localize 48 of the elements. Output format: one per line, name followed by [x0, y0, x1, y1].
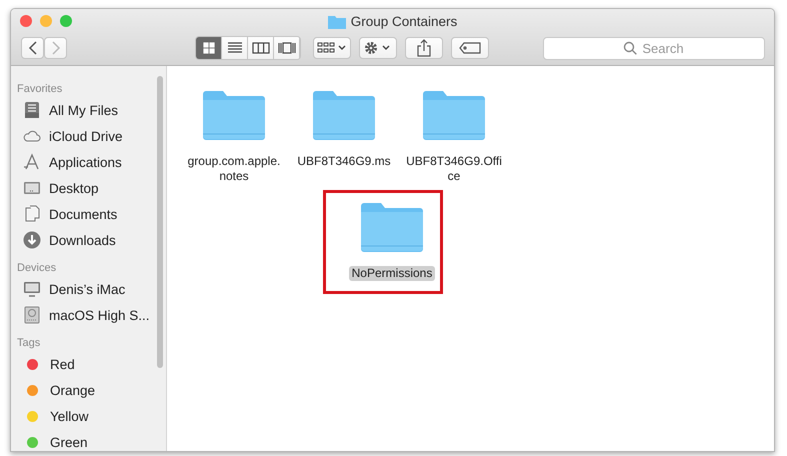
- sidebar-item[interactable]: Yellow: [50, 408, 89, 424]
- scrollbar-thumb[interactable]: [157, 76, 163, 368]
- sidebar-item[interactable]: iCloud Drive: [49, 128, 123, 144]
- share-icon: [417, 39, 431, 57]
- action-button[interactable]: [359, 37, 397, 59]
- documents-icon: [23, 205, 41, 223]
- applications-icon: [23, 153, 41, 171]
- columns-view-icon: [252, 41, 270, 55]
- hard-drive-icon: [23, 306, 41, 324]
- sidebar-item[interactable]: Denis’s iMac: [49, 282, 126, 296]
- desktop-icon: [23, 179, 41, 197]
- icons-view-button[interactable]: [196, 37, 222, 59]
- folder-name[interactable]: NoPermissions: [348, 266, 436, 281]
- file-tray-icon: [23, 101, 41, 119]
- grid-caret-icon: [317, 41, 347, 55]
- section-heading: Devices: [17, 262, 58, 274]
- sidebar-item[interactable]: Green: [50, 434, 88, 450]
- sidebar-item[interactable]: All My Files: [49, 102, 118, 118]
- sidebar-item[interactable]: macOS High S...: [49, 308, 150, 322]
- tag-button[interactable]: [451, 37, 489, 59]
- sidebar-item[interactable]: Orange: [50, 382, 96, 398]
- search-field[interactable]: Search: [543, 36, 765, 60]
- coverflow-view-button[interactable]: [274, 37, 300, 59]
- folder-name[interactable]: UBF8T346G9.Offi ce: [403, 154, 505, 184]
- window-title: Group Containers: [350, 14, 458, 29]
- tag-icon: [459, 42, 481, 54]
- arrange-button[interactable]: [313, 37, 351, 59]
- sidebar-item[interactable]: Downloads: [49, 232, 116, 248]
- share-button[interactable]: [405, 37, 443, 59]
- coverflow-view-icon: [278, 41, 296, 55]
- list-view-button[interactable]: [222, 37, 248, 59]
- folder-name[interactable]: UBF8T346G9.ms: [294, 154, 394, 169]
- chevron-right-icon: [50, 41, 60, 55]
- computer-icon: [23, 280, 41, 298]
- chevron-left-icon: [28, 41, 38, 55]
- download-icon: [23, 231, 41, 249]
- folder-name[interactable]: group.com.apple. notes: [184, 154, 284, 184]
- sidebar-item[interactable]: Desktop: [49, 180, 99, 196]
- list-view-icon: [226, 41, 244, 55]
- section-heading: Tags: [17, 337, 42, 349]
- close-button[interactable]: [20, 15, 32, 27]
- sidebar-item[interactable]: Applications: [49, 154, 122, 170]
- section-heading: Favorites: [17, 83, 64, 95]
- back-button[interactable]: [21, 37, 44, 59]
- folder-icon: [328, 14, 346, 28]
- sidebar-item[interactable]: Documents: [49, 206, 118, 222]
- columns-view-button[interactable]: [248, 37, 274, 59]
- sidebar-item[interactable]: Red: [50, 356, 75, 372]
